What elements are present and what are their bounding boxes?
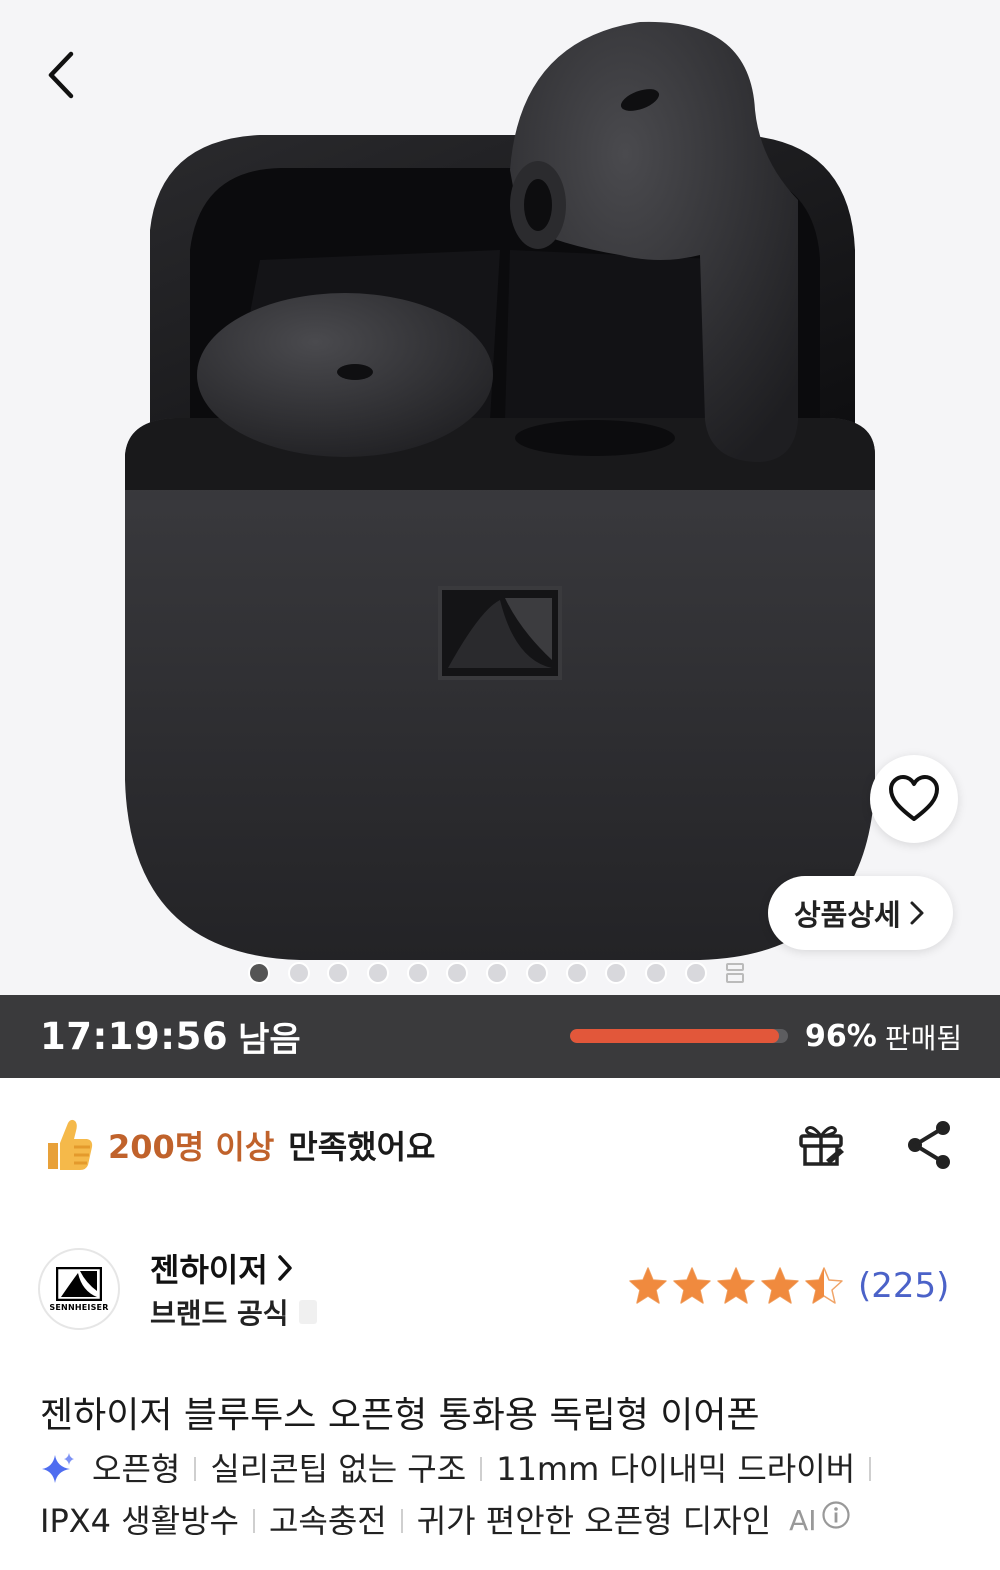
review-count: (225) <box>858 1266 950 1306</box>
carousel-dot[interactable] <box>644 962 667 984</box>
carousel-dot[interactable] <box>565 962 588 984</box>
info-icon <box>821 1495 851 1547</box>
star-full-icon <box>761 1267 799 1304</box>
carousel-dot[interactable] <box>287 962 310 984</box>
sold-progress-fill <box>570 1029 780 1043</box>
wishlist-button[interactable] <box>870 755 958 843</box>
rating-summary[interactable]: (225) <box>628 1266 949 1306</box>
feature-line: IPX4 생활방수 고속충전 귀가 편안한 오픈형 디자인 AI <box>40 1495 970 1547</box>
brand-official-label: 브랜드 공식 <box>150 1297 289 1330</box>
product-detail-label: 상품상세 <box>794 898 901 932</box>
brand-official-row: 브랜드 공식 <box>150 1292 317 1332</box>
carousel-dot[interactable] <box>525 962 548 984</box>
gift-button[interactable] <box>790 1114 852 1176</box>
star-rating <box>628 1266 844 1306</box>
brand-link[interactable]: 젠하이저 <box>150 1245 294 1291</box>
satisfaction-banner: 200명 이상 만족했어요 <box>44 1110 435 1180</box>
carousel-dot[interactable] <box>605 962 628 984</box>
brand-logo-mark <box>56 1266 102 1301</box>
share-button[interactable] <box>898 1114 960 1176</box>
sold-label: 판매됨 <box>884 1021 963 1055</box>
satisfaction-text: 만족했어요 <box>288 1128 436 1166</box>
countdown-suffix: 남음 <box>238 1020 301 1060</box>
carousel-dot[interactable] <box>684 962 707 984</box>
sparkle-icon <box>40 1451 76 1487</box>
heart-icon <box>889 775 939 821</box>
star-full-icon <box>717 1267 755 1304</box>
feature-separator <box>252 1509 255 1533</box>
countdown-value: 17:19:56 <box>40 1015 229 1058</box>
sold-indicator: 96% 판매됨 <box>805 995 962 1078</box>
satisfaction-count: 200명 이상 <box>108 1128 275 1166</box>
feature-item: 11mm 다이내믹 드라이버 <box>496 1450 856 1488</box>
feature-item: 오픈형 <box>92 1450 181 1488</box>
carousel-dot[interactable] <box>486 962 509 984</box>
countdown-timer: 17:19:56 남음 <box>40 995 301 1078</box>
product-image <box>125 21 875 960</box>
product-image-carousel[interactable]: 상품상세 <box>0 0 1000 995</box>
thumbs-up-icon <box>48 1119 93 1170</box>
official-badge-icon <box>298 1300 317 1324</box>
feature-item: 귀가 편안한 오픈형 디자인 <box>416 1502 772 1540</box>
carousel-dot[interactable] <box>367 962 390 984</box>
star-half-icon <box>805 1267 843 1304</box>
gift-icon <box>799 1126 844 1166</box>
feature-separator <box>869 1457 872 1481</box>
carousel-indicator[interactable] <box>248 962 746 984</box>
chevron-left-icon <box>48 51 74 99</box>
share-icon <box>908 1121 950 1169</box>
chevron-right-icon <box>278 1255 292 1281</box>
feature-item: 고속충전 <box>268 1502 387 1540</box>
brand-logo[interactable]: SENNHEISER <box>38 1248 120 1330</box>
feature-separator <box>400 1509 403 1533</box>
feature-summary: 오픈형 실리콘팁 없는 구조 11mm 다이내믹 드라이버 IPX4 생활방수 고속충… <box>40 1443 970 1547</box>
carousel-dot[interactable] <box>406 962 429 984</box>
ai-info-button[interactable]: AI <box>789 1495 850 1547</box>
star-full-icon <box>629 1267 667 1304</box>
sold-percent: 96% <box>805 1019 877 1054</box>
carousel-dot[interactable] <box>327 962 350 984</box>
feature-item: 실리콘팁 없는 구조 <box>210 1450 467 1488</box>
feature-separator <box>480 1457 483 1481</box>
feature-line: 오픈형 실리콘팁 없는 구조 11mm 다이내믹 드라이버 <box>40 1443 970 1495</box>
carousel-dot[interactable] <box>446 962 469 984</box>
product-title: 젠하이저 블루투스 오픈형 통화용 독립형 이어폰 <box>40 1395 760 1436</box>
carousel-dot[interactable] <box>248 962 270 984</box>
sold-progress-bar <box>570 1029 788 1043</box>
product-detail-button[interactable]: 상품상세 <box>768 876 953 950</box>
ai-label: AI <box>789 1504 817 1537</box>
brand-logo-text: SENNHEISER <box>49 1302 109 1312</box>
chevron-right-icon <box>910 901 924 925</box>
brand-name: 젠하이저 <box>150 1251 268 1289</box>
feature-item: IPX4 생활방수 <box>40 1502 239 1540</box>
more-slides-icon[interactable] <box>724 962 746 984</box>
feature-separator <box>194 1457 197 1481</box>
back-button[interactable] <box>28 40 92 110</box>
star-full-icon <box>673 1267 711 1304</box>
